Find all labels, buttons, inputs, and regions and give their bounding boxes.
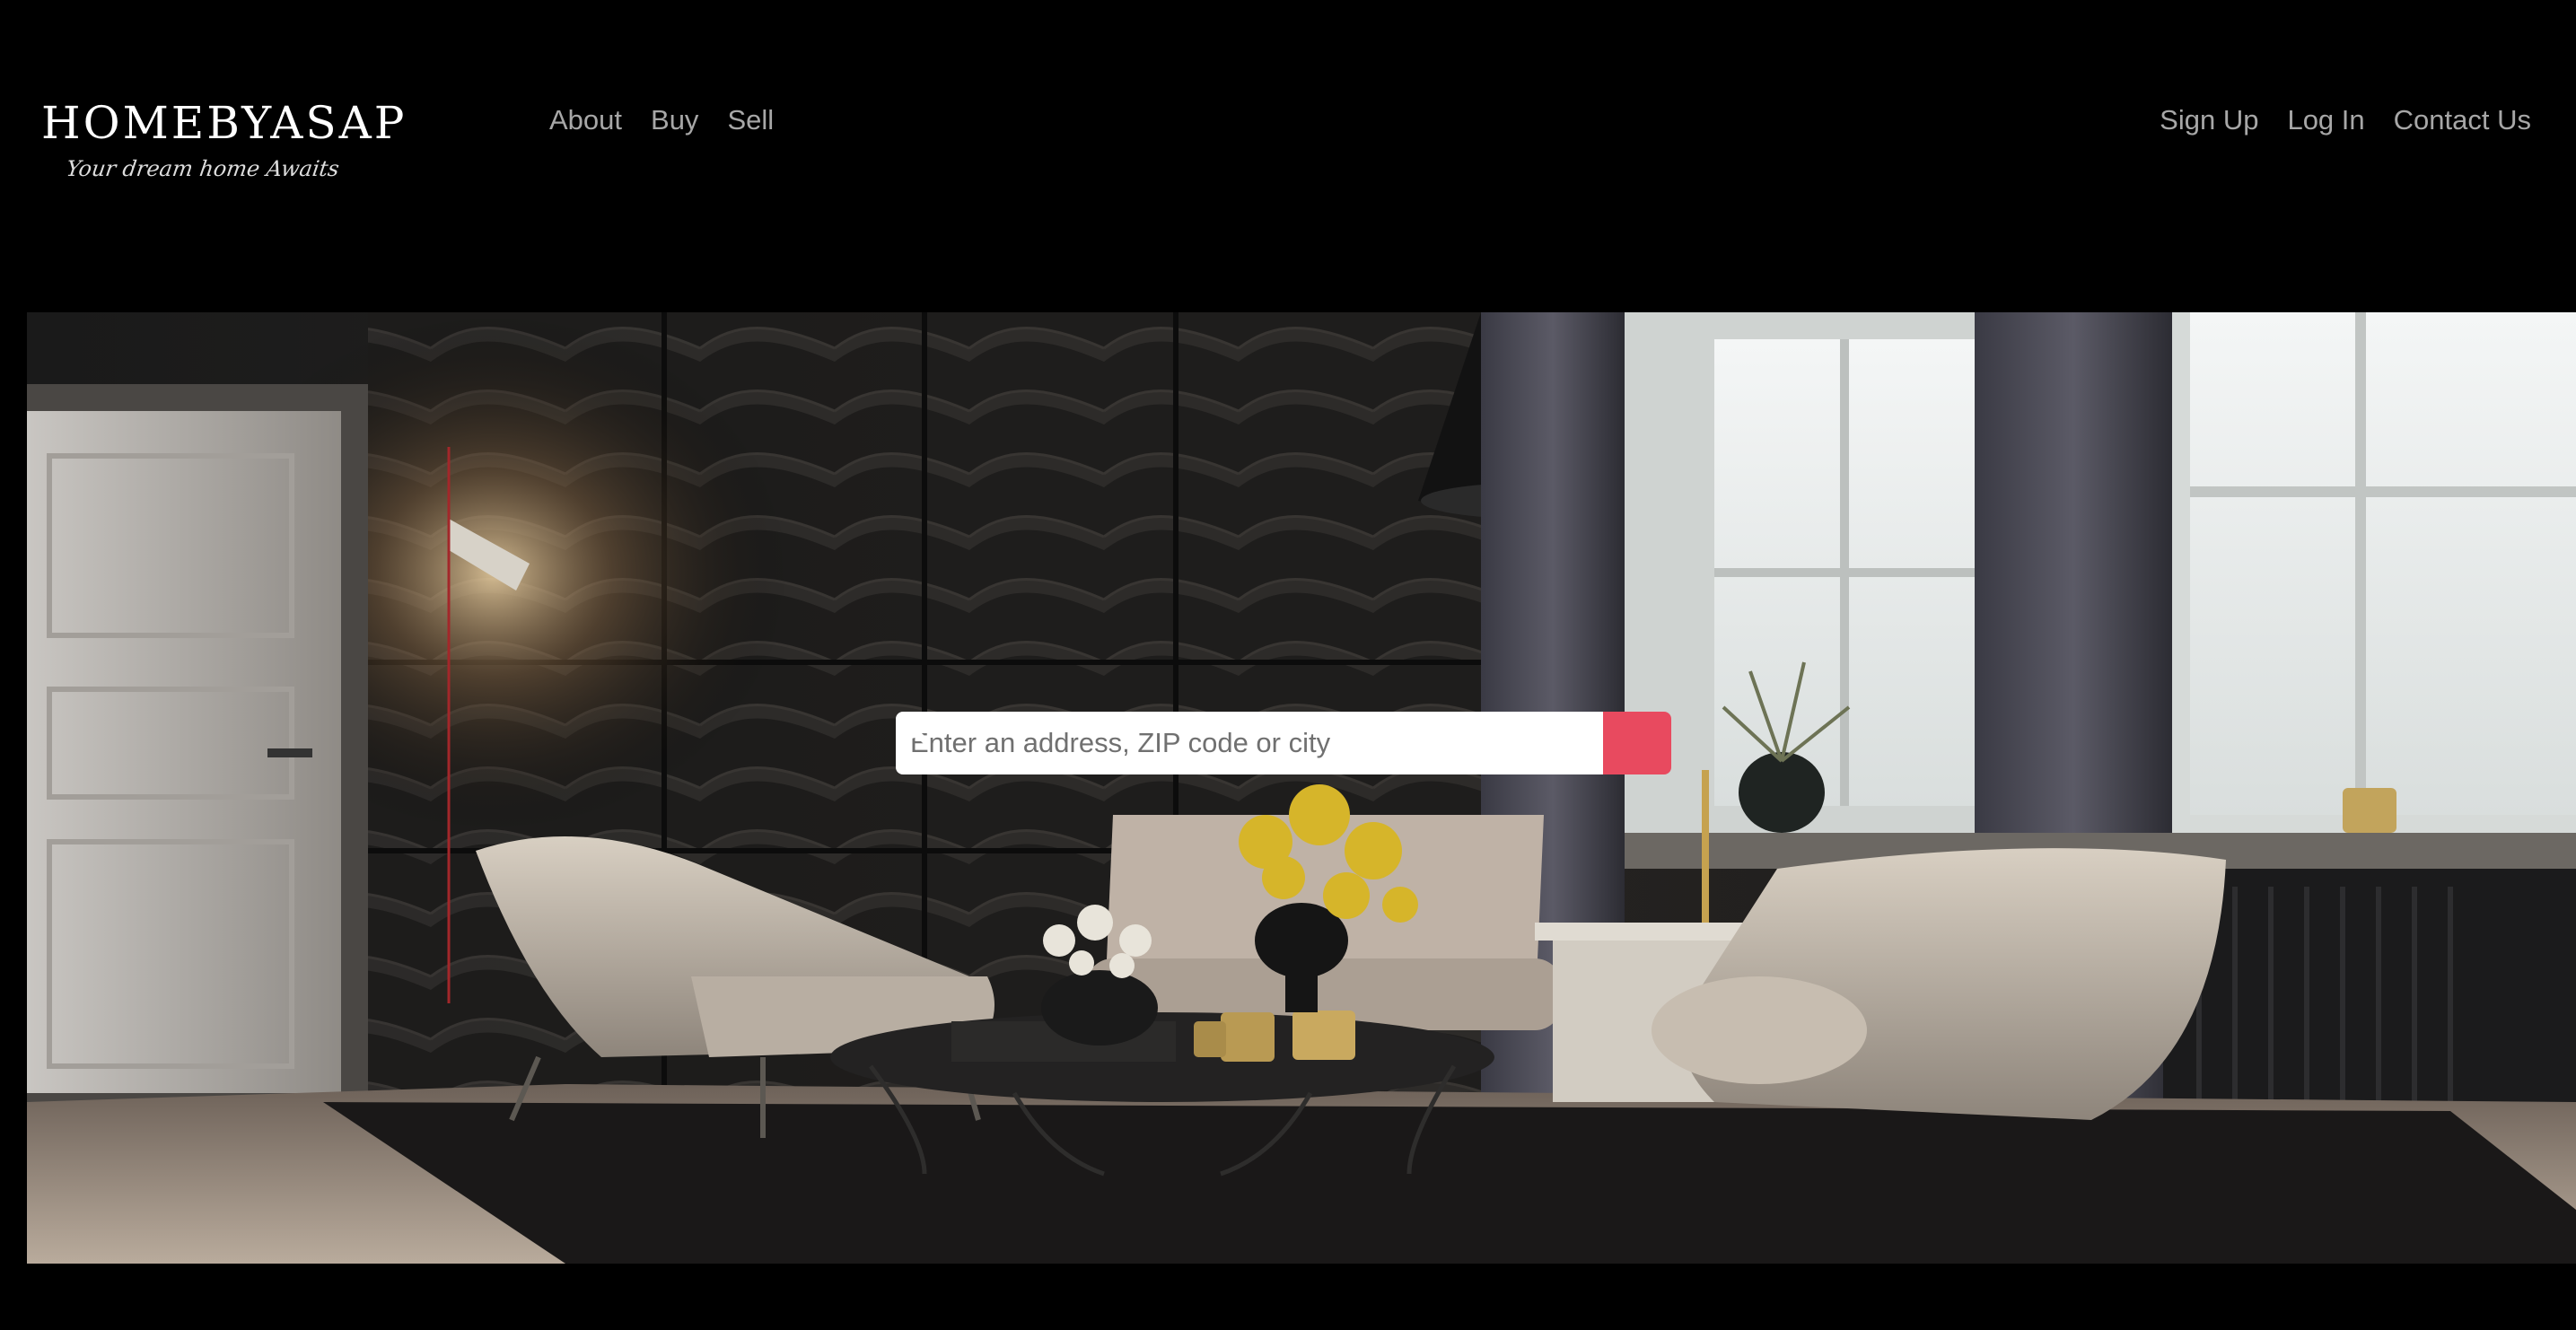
hero-banner [27,312,2576,1264]
primary-nav: About Buy Sell [549,104,774,136]
hero-interior-image [27,312,2576,1264]
search-bar [896,712,1671,774]
nav-log-in[interactable]: Log In [2287,104,2364,136]
nav-about[interactable]: About [549,104,622,136]
search-icon [898,713,931,747]
search-input[interactable] [896,712,1603,774]
nav-sign-up[interactable]: Sign Up [2160,104,2258,136]
account-nav: Sign Up Log In Contact Us [2160,104,2531,136]
site-logo[interactable]: HOMEBYASAP Your dream home Awaits [41,97,407,197]
logo-tagline: Your dream home Awaits [65,156,341,181]
nav-buy[interactable]: Buy [651,104,698,136]
nav-contact-us[interactable]: Contact Us [2394,104,2531,136]
search-button[interactable] [898,712,1671,774]
logo-wordmark: HOMEBYASAP [41,97,407,149]
nav-sell[interactable]: Sell [727,104,774,136]
